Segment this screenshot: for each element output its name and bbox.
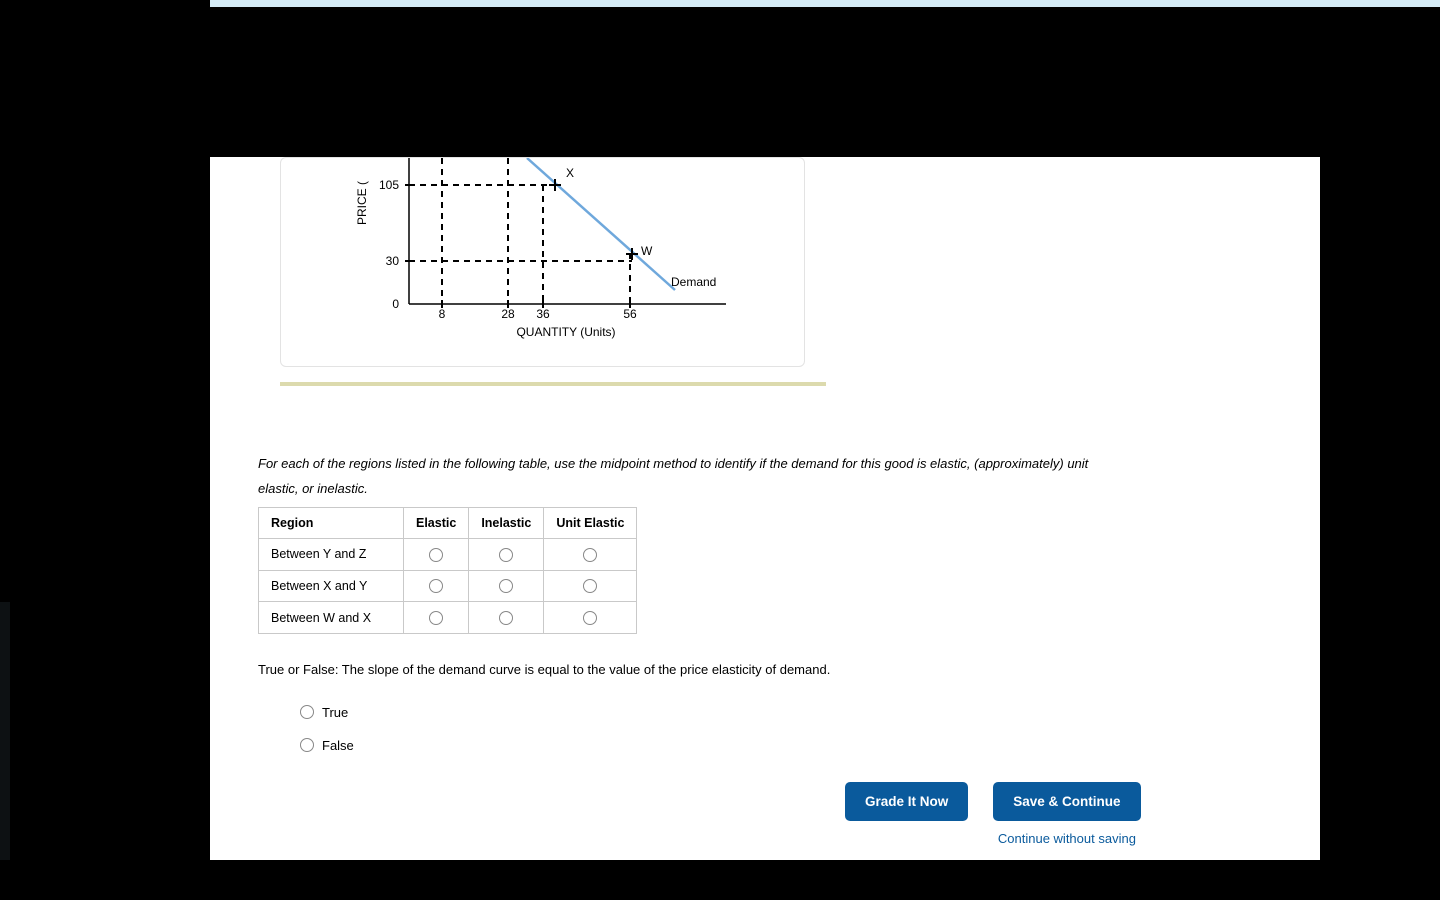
x-label-28: 28 — [501, 307, 515, 321]
row-2-region: Between W and X — [259, 602, 404, 634]
row-1-unit-radio[interactable] — [583, 579, 597, 593]
table-row: Between Y and Z — [259, 539, 637, 571]
y-label-30: 30 — [386, 254, 400, 268]
point-w-marker — [626, 248, 638, 260]
content-card: 105 30 0 8 28 36 56 X W Demand QUANTITY … — [210, 157, 1320, 860]
tf-prompt: True or False: The slope of the demand c… — [258, 662, 830, 677]
y-label-105: 105 — [379, 178, 399, 192]
row-0-elastic-radio[interactable] — [429, 548, 443, 562]
y-axis-title: PRICE ( — [355, 181, 369, 225]
row-1-inelastic-radio[interactable] — [499, 579, 513, 593]
demand-label: Demand — [671, 275, 716, 289]
x-label-56: 56 — [623, 307, 637, 321]
tf-options: True False — [300, 697, 354, 762]
chart-underline — [280, 382, 826, 386]
point-label-w: W — [641, 244, 653, 258]
question-prompt: For each of the regions listed in the fo… — [258, 452, 1128, 501]
tf-true-option[interactable]: True — [300, 697, 354, 730]
left-black-region — [0, 7, 210, 900]
tf-false-radio[interactable] — [300, 738, 314, 752]
row-0-unit-radio[interactable] — [583, 548, 597, 562]
action-buttons: Grade It Now Save & Continue Continue wi… — [845, 782, 1141, 846]
row-1-region: Between X and Y — [259, 570, 404, 602]
origin-label: 0 — [392, 297, 399, 311]
th-elastic: Elastic — [404, 508, 469, 539]
demand-chart: 105 30 0 8 28 36 56 X W Demand QUANTITY … — [280, 157, 805, 367]
elasticity-table: Region Elastic Inelastic Unit Elastic Be… — [258, 507, 637, 634]
tf-true-radio[interactable] — [300, 705, 314, 719]
save-continue-button[interactable]: Save & Continue — [993, 782, 1140, 821]
grade-button[interactable]: Grade It Now — [845, 782, 968, 821]
row-1-elastic-radio[interactable] — [429, 579, 443, 593]
sidebar-accent — [0, 602, 10, 860]
point-label-x: X — [566, 166, 574, 180]
top-black-region — [210, 7, 1440, 157]
tf-true-label: True — [322, 705, 348, 720]
demand-line — [527, 158, 675, 290]
continue-without-saving-link[interactable]: Continue without saving — [998, 827, 1136, 846]
th-inelastic: Inelastic — [469, 508, 544, 539]
right-black-region — [1320, 7, 1440, 900]
row-0-inelastic-radio[interactable] — [499, 548, 513, 562]
th-unit-elastic: Unit Elastic — [544, 508, 637, 539]
x-label-36: 36 — [536, 307, 550, 321]
tf-false-label: False — [322, 738, 354, 753]
x-label-8: 8 — [439, 307, 446, 321]
save-column: Save & Continue Continue without saving — [993, 782, 1140, 846]
row-2-unit-radio[interactable] — [583, 611, 597, 625]
th-region: Region — [259, 508, 404, 539]
table-row: Between W and X — [259, 602, 637, 634]
demand-chart-svg: 105 30 0 8 28 36 56 X W Demand QUANTITY … — [281, 158, 804, 366]
table-row: Between X and Y — [259, 570, 637, 602]
row-2-inelastic-radio[interactable] — [499, 611, 513, 625]
tf-false-option[interactable]: False — [300, 730, 354, 763]
row-2-elastic-radio[interactable] — [429, 611, 443, 625]
row-0-region: Between Y and Z — [259, 539, 404, 571]
x-axis-title: QUANTITY (Units) — [516, 325, 615, 339]
